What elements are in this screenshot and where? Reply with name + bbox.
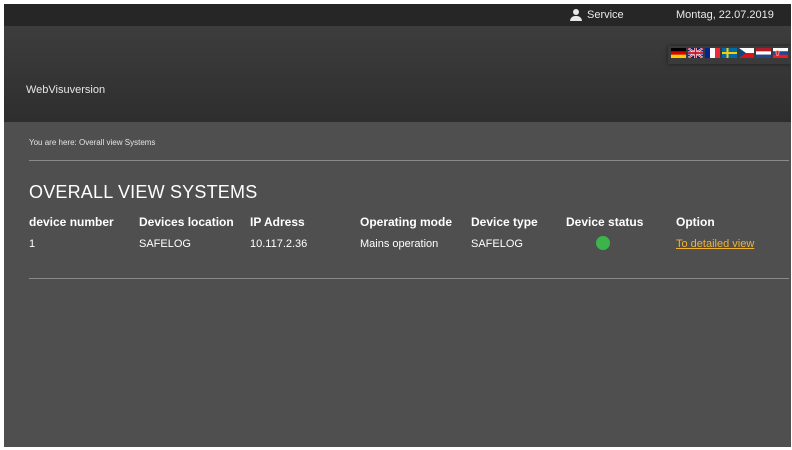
flag-czech-icon[interactable] [739, 48, 754, 58]
header-device-number: device number [29, 215, 114, 229]
header-device-type: Device type [471, 215, 538, 229]
status-indicator [596, 236, 610, 250]
flag-slovakia-icon[interactable] [773, 48, 788, 58]
flag-sweden-icon[interactable] [722, 48, 737, 58]
cell-operating-mode: Mains operation [360, 238, 439, 250]
header-operating-mode: Operating mode [360, 215, 453, 229]
top-bar: Service Montag, 22.07.2019 [4, 4, 791, 26]
cell-location: SAFELOG [139, 238, 191, 250]
flag-france-icon[interactable] [705, 48, 720, 58]
breadcrumb: You are here: Overall view Systems [29, 138, 156, 147]
divider [29, 160, 789, 161]
divider [29, 278, 789, 279]
flag-germany-icon[interactable] [671, 48, 686, 58]
cell-device-type: SAFELOG [471, 238, 523, 250]
header-device-status: Device status [566, 215, 644, 229]
service-button[interactable]: Service [570, 4, 624, 26]
cell-device-number: 1 [29, 238, 36, 250]
flag-netherlands-icon[interactable] [756, 48, 771, 58]
user-icon [570, 9, 582, 21]
header-ip-address: IP Adress [250, 215, 305, 229]
header: WebVisuversion [4, 26, 791, 122]
current-date: Montag, 22.07.2019 [676, 9, 774, 21]
header-option: Option [676, 215, 715, 229]
detailed-view-link[interactable]: To detailed view [676, 238, 754, 250]
language-selector [668, 46, 791, 64]
service-label: Service [587, 9, 624, 21]
cell-ip-address: 10.117.2.36 [250, 238, 308, 250]
app-window: Service Montag, 22.07.2019 WebVisuversio… [4, 4, 791, 447]
header-location: Devices location [139, 215, 234, 229]
app-title: WebVisuversion [26, 84, 106, 96]
page-title: OVERALL VIEW SYSTEMS [29, 182, 258, 202]
flag-uk-icon[interactable] [688, 48, 703, 58]
